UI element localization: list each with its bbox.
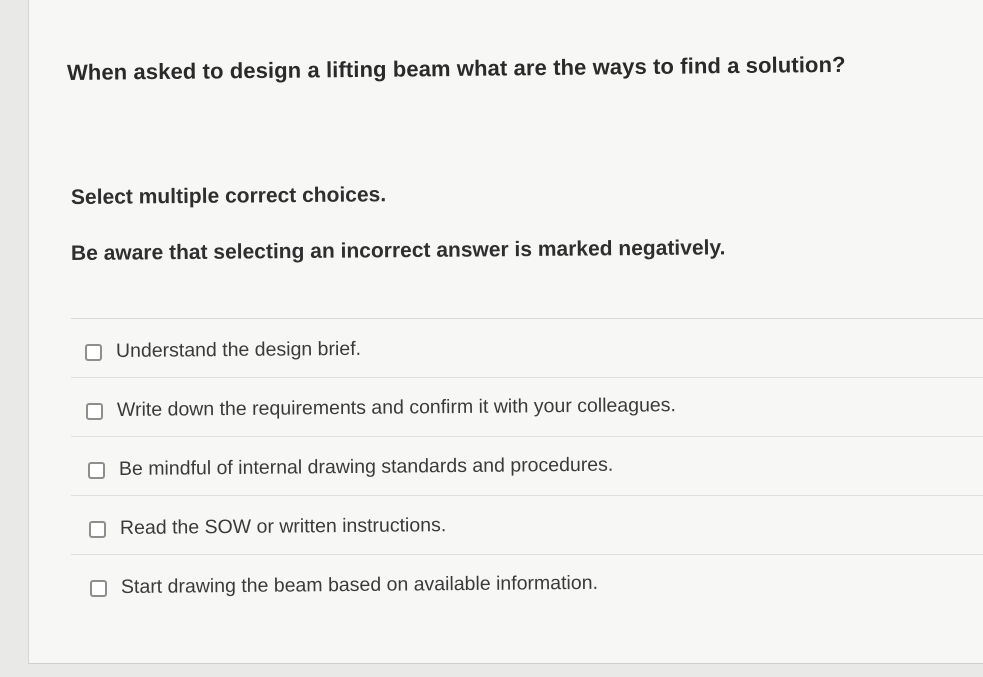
checkbox[interactable] xyxy=(85,343,102,361)
checkbox[interactable] xyxy=(86,402,103,420)
answer-choice[interactable]: Be mindful of internal drawing standards… xyxy=(71,437,983,496)
choice-label: Write down the requirements and confirm … xyxy=(116,393,676,421)
choice-label: Read the SOW or written instructions. xyxy=(119,513,447,539)
choice-label: Start drawing the beam based on availabl… xyxy=(120,571,599,598)
instruction-negative-marking: Be aware that selecting an incorrect ans… xyxy=(70,236,726,265)
answer-choice[interactable]: Start drawing the beam based on availabl… xyxy=(71,555,983,614)
checkbox[interactable] xyxy=(90,580,107,597)
choice-label: Be mindful of internal drawing standards… xyxy=(118,453,614,480)
instruction-select-multiple: Select multiple correct choices. xyxy=(70,183,387,209)
answer-choice[interactable]: Write down the requirements and confirm … xyxy=(71,378,983,437)
question-card: When asked to design a lifting beam what… xyxy=(28,0,983,664)
answer-choices-list: Understand the design brief. Write down … xyxy=(71,318,983,614)
checkbox[interactable] xyxy=(88,461,105,479)
question-text: When asked to design a lifting beam what… xyxy=(66,51,846,85)
answer-choice[interactable]: Read the SOW or written instructions. xyxy=(71,496,983,555)
choice-label: Understand the design brief. xyxy=(115,337,362,362)
answer-choice[interactable]: Understand the design brief. xyxy=(71,319,983,378)
checkbox[interactable] xyxy=(89,520,106,538)
